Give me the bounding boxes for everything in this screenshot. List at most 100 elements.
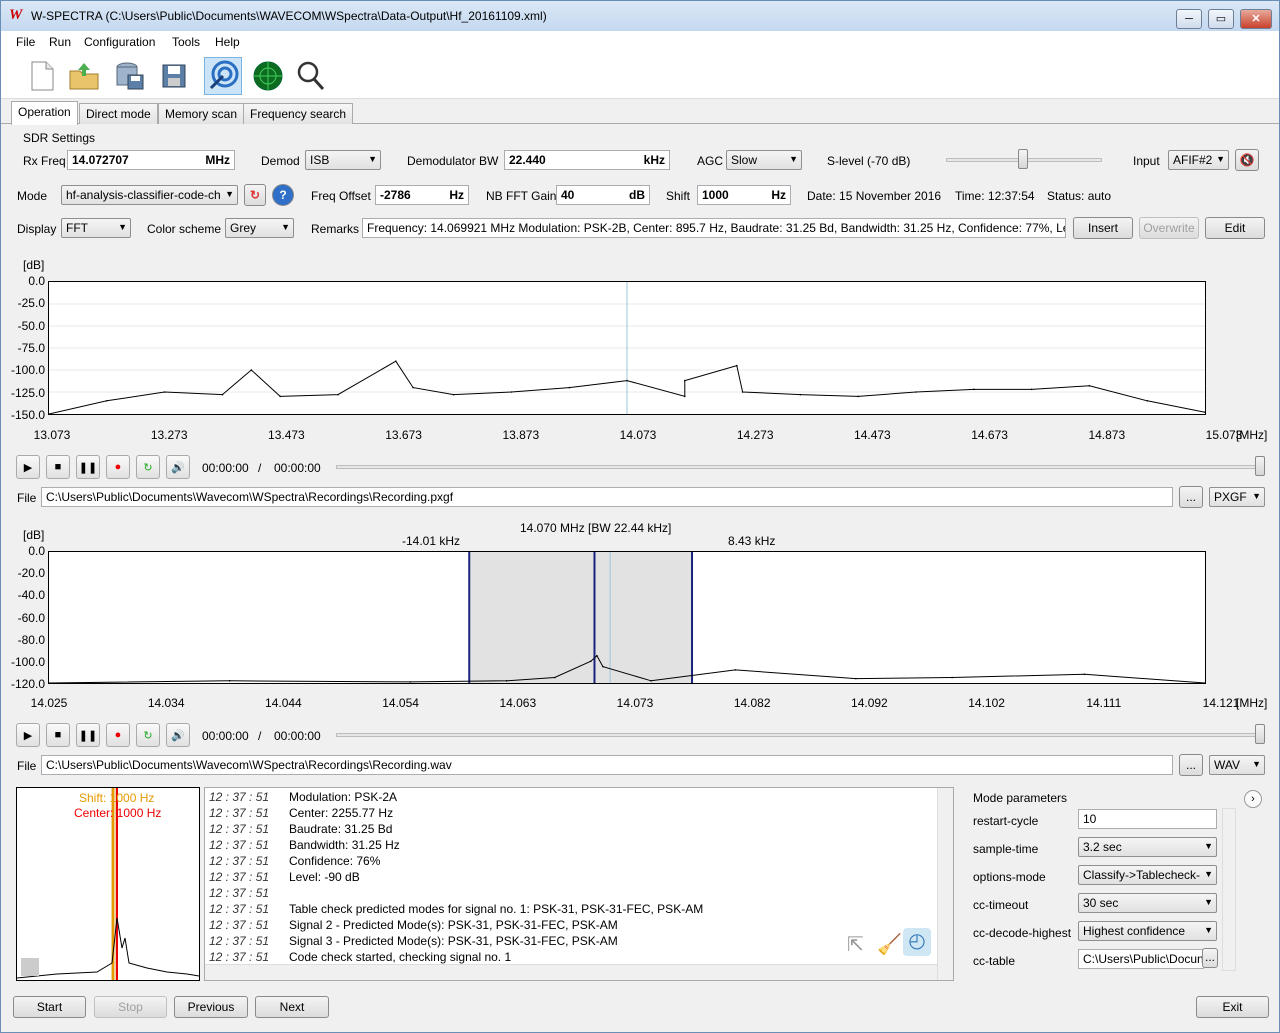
maximize-button[interactable]: ▭ (1208, 9, 1234, 29)
stop-icon[interactable]: ■ (46, 455, 70, 479)
agc-select[interactable]: Slow ▼ (726, 150, 802, 170)
param-value-sample-time[interactable]: 3.2 sec ▼ (1078, 837, 1217, 857)
menu-run[interactable]: Run (49, 35, 71, 49)
remarks-label: Remarks (311, 222, 360, 236)
param-value-cc-table[interactable]: C:\Users\Public\Docun (1078, 949, 1204, 969)
bandwidth-region (469, 552, 693, 683)
chart1-plot-area[interactable] (48, 281, 1206, 415)
mini-spectrum[interactable]: Shift: 1000 Hz Center: 1000 Hz (16, 787, 200, 981)
toolbar (1, 53, 1279, 99)
chart2-x-unit: [MHz] (1236, 696, 1268, 710)
chevron-right-icon[interactable]: › (1244, 790, 1262, 808)
x-tick-label: 14.473 (854, 428, 891, 442)
params-scrollbar[interactable] (1222, 808, 1236, 971)
loop-icon[interactable]: ↻ (136, 723, 160, 747)
y-tick-label: -100.0 (10, 363, 45, 378)
player1-file-field[interactable]: C:\Users\Public\Documents\Wavecom\WSpect… (41, 487, 1173, 507)
pause-icon[interactable]: ❚❚ (76, 455, 100, 479)
status-text: Status: auto (1047, 189, 1112, 203)
s-level-thumb[interactable] (1018, 149, 1028, 169)
radar-scan-icon[interactable] (204, 57, 242, 95)
new-file-icon[interactable] (23, 57, 61, 95)
log-horizontal-scrollbar[interactable] (205, 964, 937, 980)
player2-format-select[interactable]: WAV ▼ (1209, 755, 1265, 775)
color-scheme-select[interactable]: Grey ▼ (225, 218, 294, 238)
title-bar: W W-SPECTRA (C:\Users\Public\Documents\W… (1, 1, 1279, 31)
radar-screen-icon[interactable] (249, 57, 287, 95)
player2-browse-button[interactable]: ... (1179, 754, 1203, 776)
demod-bw-field[interactable]: 22.440 kHz (504, 150, 670, 170)
remarks-field[interactable]: Frequency: 14.069921 MHz Modulation: PSK… (362, 218, 1066, 238)
menu-configuration[interactable]: Configuration (84, 35, 155, 49)
demod-select[interactable]: ISB ▼ (305, 150, 381, 170)
previous-button[interactable]: Previous (174, 996, 248, 1018)
overwrite-button[interactable]: Overwrite (1139, 217, 1199, 239)
window-title: W-SPECTRA (C:\Users\Public\Documents\WAV… (31, 9, 547, 23)
pause-icon[interactable]: ❚❚ (76, 723, 100, 747)
player1-seek-thumb[interactable] (1255, 456, 1265, 476)
next-button[interactable]: Next (255, 996, 329, 1018)
volume-icon[interactable]: 🔊 (166, 455, 190, 479)
nb-fft-gain-field[interactable]: 40 dB (556, 185, 650, 205)
log-panel[interactable]: 12 : 37 : 51 Modulation: PSK-2A 12 : 37 : … (204, 787, 954, 981)
record-icon[interactable]: ● (106, 455, 130, 479)
clock-icon[interactable]: ◴ (903, 928, 931, 956)
y-tick-label: -125.0 (10, 385, 45, 400)
start-button[interactable]: Start (13, 996, 86, 1018)
cc-table-browse-button[interactable]: ... (1202, 948, 1218, 968)
volume-icon[interactable]: 🔊 (166, 723, 190, 747)
play-icon[interactable]: ▶ (16, 455, 40, 479)
record-icon[interactable]: ● (106, 723, 130, 747)
play-icon[interactable]: ▶ (16, 723, 40, 747)
exit-button[interactable]: Exit (1196, 996, 1269, 1018)
open-folder-icon[interactable] (65, 57, 103, 95)
spectrum-point (854, 677, 857, 680)
refresh-icon[interactable]: ↻ (244, 184, 266, 206)
spectrum-point (48, 682, 50, 684)
stop-icon[interactable]: ■ (46, 723, 70, 747)
mute-speaker-icon[interactable]: 🔇 (1235, 149, 1259, 171)
rx-freq-field[interactable]: 14.072707 MHz (67, 150, 235, 170)
export-icon[interactable]: ⇱ (847, 932, 864, 957)
tab-frequency-search[interactable]: Frequency search (243, 103, 354, 124)
tab-memory-scan[interactable]: Memory scan (158, 103, 245, 124)
mode-select[interactable]: hf-analysis-classifier-code-ch ▼ (61, 185, 238, 205)
menu-tools[interactable]: Tools (172, 35, 200, 49)
broom-clear-icon[interactable]: 🧹 (877, 932, 902, 957)
save-database-icon[interactable] (111, 57, 149, 95)
close-button[interactable]: ✕ (1240, 9, 1272, 29)
spectrum-point (48, 413, 50, 415)
log-line: 12 : 37 : 51 Signal 3 - Predicted Mode(s… (205, 934, 935, 950)
param-value-options-mode[interactable]: Classify->Tablecheck- ▼ (1078, 865, 1217, 885)
menu-file[interactable]: File (16, 35, 35, 49)
player2-seek-slider[interactable] (336, 733, 1261, 737)
player2-seek-thumb[interactable] (1255, 724, 1265, 744)
shift-field[interactable]: 1000 Hz (697, 185, 791, 205)
spectrum-point (337, 393, 339, 396)
tab-operation[interactable]: Operation (11, 101, 78, 125)
player1-browse-button[interactable]: ... (1179, 486, 1203, 508)
param-value-cc-decode-highest[interactable]: Highest confidence ▼ (1078, 921, 1217, 941)
insert-button[interactable]: Insert (1073, 217, 1133, 239)
log-timestamp: 12 : 37 : 51 (209, 950, 270, 964)
player1-format-select[interactable]: PXGF ▼ (1209, 487, 1265, 507)
param-value-cc-timeout[interactable]: 30 sec ▼ (1078, 893, 1217, 913)
search-icon[interactable] (292, 57, 330, 95)
menu-help[interactable]: Help (215, 35, 240, 49)
log-vertical-scrollbar[interactable] (937, 788, 953, 980)
input-select[interactable]: AFIF#2 ▼ (1168, 150, 1229, 170)
edit-button[interactable]: Edit (1205, 217, 1265, 239)
chart2-plot-area[interactable] (48, 551, 1206, 684)
save-as-icon[interactable] (156, 57, 194, 95)
player2-file-field[interactable]: C:\Users\Public\Documents\Wavecom\WSpect… (41, 755, 1173, 775)
loop-icon[interactable]: ↻ (136, 455, 160, 479)
minimize-button[interactable]: ─ (1176, 9, 1202, 29)
player1-seek-slider[interactable] (336, 465, 1261, 469)
freq-offset-field[interactable]: -2786 Hz (375, 185, 469, 205)
stop-button[interactable]: Stop (94, 996, 167, 1018)
display-select[interactable]: FFT ▼ (61, 218, 131, 238)
tab-direct-mode[interactable]: Direct mode (79, 103, 158, 124)
param-value-restart-cycle[interactable]: 10 (1078, 809, 1217, 829)
help-icon[interactable]: ? (272, 184, 294, 206)
spectrum-point (395, 360, 397, 362)
